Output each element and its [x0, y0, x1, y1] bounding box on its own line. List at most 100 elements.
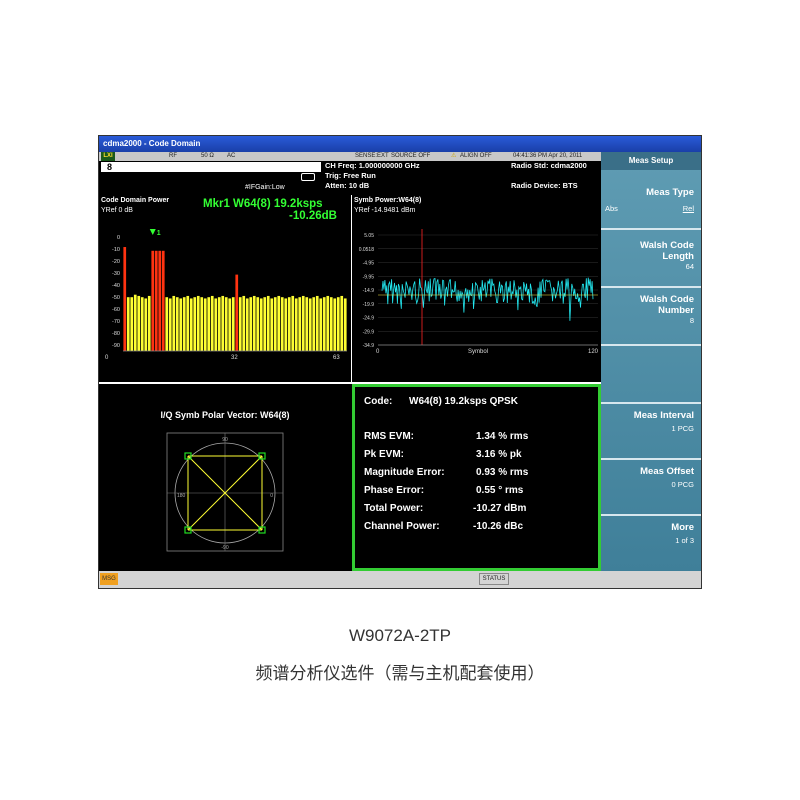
- bottom-status-bar: MSG STATUS: [99, 571, 701, 588]
- code-bar: [245, 298, 249, 351]
- code-bar: [193, 297, 197, 351]
- lxi-logo: LXI: [101, 152, 115, 161]
- marker-diamond: [149, 229, 156, 235]
- code-bar: [182, 297, 186, 351]
- code-bar: [137, 295, 141, 351]
- y-tick-label: -20: [112, 259, 120, 265]
- symbol-power-chart[interactable]: 5.05 0.0518 -4.95 -9.95 -14.9 -19.9 -24.9 -29.9…: [352, 195, 601, 382]
- meas-interval-button[interactable]: Meas Interval 1 PCG: [603, 404, 699, 458]
- walsh-length-value: 64: [685, 262, 694, 271]
- status-indicator[interactable]: STATUS: [479, 573, 509, 585]
- code-bar: [252, 295, 256, 351]
- code-bar: [168, 298, 172, 351]
- x-tick-label: 63: [333, 355, 340, 361]
- evm-row-label: Pk EVM:: [364, 449, 405, 460]
- evm-row-value: -10.27 dBm: [473, 503, 527, 514]
- code-bar: [210, 295, 214, 351]
- active-code-bar: [235, 274, 239, 351]
- y-tick-label: -60: [112, 307, 120, 313]
- trigger-mode: Trig: Free Run: [325, 171, 376, 180]
- code-label: Code:: [364, 396, 393, 407]
- status-row: LXI RF 50 Ω AC SENSE:EXT SOURCE OFF ⚠ AL…: [99, 152, 601, 161]
- evm-row-label: Total Power:: [364, 503, 424, 514]
- msg-indicator[interactable]: MSG: [100, 573, 118, 585]
- walsh-code-length-button[interactable]: Walsh Code Length 64: [603, 230, 699, 284]
- code-bar: [231, 297, 235, 351]
- code-bar: [263, 297, 267, 351]
- channel-box: [101, 162, 321, 172]
- meas-type-abs: Abs: [605, 204, 618, 213]
- caption-model: W9072A-2TP: [348, 626, 452, 645]
- walsh-code-number-button[interactable]: Walsh Code Number 8: [603, 288, 699, 342]
- code-bar: [326, 295, 330, 351]
- sense-indicator: SENSE:EXT: [355, 153, 389, 159]
- code-bar: [249, 297, 253, 351]
- code-bar: [228, 298, 232, 351]
- y-tick-label: -34.9: [363, 343, 375, 349]
- x-tick-label: 0: [105, 355, 109, 361]
- code-domain-panel: Code Domain Power YRef 0 dB Mkr1 W64(8) …: [99, 195, 351, 382]
- meas-type-label: Meas Type: [646, 187, 694, 198]
- code-bar: [270, 298, 274, 351]
- code-bar: [319, 298, 323, 351]
- angle-label: 0: [270, 493, 273, 499]
- info-row: 8 #IFGain:Low CH Freq: 1.000000000 GHz T…: [99, 161, 601, 195]
- code-bar: [305, 297, 309, 351]
- caption-description: 频谱分析仪选件（需与主机配套使用）: [255, 664, 545, 683]
- code-bar: [259, 298, 263, 351]
- meas-type-button[interactable]: Meas Type Abs Rel: [603, 172, 699, 226]
- more-button[interactable]: More 1 of 3: [603, 516, 699, 570]
- active-code-bar: [123, 247, 127, 351]
- y-tick-label: -50: [112, 295, 120, 301]
- code-bar: [133, 294, 137, 351]
- symbol-power-trace: [381, 277, 594, 321]
- channel-number: 8: [107, 162, 113, 172]
- active-code-bar: [158, 250, 162, 351]
- evm-row-label: Channel Power:: [364, 521, 440, 532]
- code-bar: [333, 298, 337, 351]
- code-bar: [322, 297, 326, 351]
- meas-offset-button[interactable]: Meas Offset 0 PCG: [603, 460, 699, 514]
- align-indicator: ALIGN OFF: [460, 153, 492, 159]
- code-domain-chart[interactable]: 0 -10 -20 -30 -40 -50 -60 -70 -80 -90 1 0 32 63: [99, 195, 351, 382]
- code-bar: [340, 295, 344, 351]
- code-bar: [280, 297, 284, 351]
- evm-row-value: -10.26 dBc: [473, 521, 524, 532]
- more-value: 1 of 3: [675, 536, 694, 545]
- meas-interval-label: Meas Interval: [633, 410, 694, 421]
- code-bar: [266, 295, 270, 351]
- symbol-power-panel: Symb Power:W64(8) YRef -14.9481 dBm 5.05…: [352, 195, 601, 382]
- y-tick-label: 0.0518: [359, 247, 375, 253]
- polar-panel: I/Q Symb Polar Vector: W64(8) 90 180 0 -90: [99, 384, 351, 571]
- more-label: More: [671, 522, 694, 533]
- meas-offset-value: 0 PCG: [671, 480, 694, 489]
- code-value: W64(8) 19.2ksps QPSK: [409, 396, 518, 407]
- softkey-empty[interactable]: [603, 346, 699, 400]
- walsh-length-label1: Walsh Code: [639, 240, 694, 251]
- code-bar: [147, 295, 151, 351]
- marker-label: 1: [157, 230, 161, 237]
- code-bar: [140, 297, 144, 351]
- evm-row-value: 3.16 % pk: [476, 449, 522, 460]
- code-bar: [179, 298, 183, 351]
- y-tick-label: -80: [112, 331, 120, 337]
- code-bar: [294, 298, 298, 351]
- code-bar: [291, 295, 295, 351]
- coupling-indicator: AC: [227, 153, 236, 159]
- evm-panel: Code: W64(8) 19.2ksps QPSK RMS EVM: 1.34 …: [352, 384, 601, 571]
- y-tick-label: -40: [112, 283, 120, 289]
- evm-row-label: Phase Error:: [364, 485, 425, 496]
- y-tick-label: -19.9: [363, 302, 375, 308]
- warning-icon: ⚠: [451, 153, 457, 159]
- meas-offset-label: Meas Offset: [640, 466, 694, 477]
- y-tick-label: -90: [112, 343, 120, 349]
- evm-row-label: RMS EVM:: [364, 431, 414, 442]
- radio-std: Radio Std: cdma2000: [511, 161, 587, 170]
- impedance-indicator: 50 Ω: [201, 153, 214, 159]
- code-bar: [315, 295, 319, 351]
- walsh-number-label1: Walsh Code: [639, 294, 694, 305]
- polar-chart[interactable]: 90 180 0 -90: [99, 384, 351, 571]
- y-tick-label: 5.05: [364, 233, 374, 239]
- code-bar: [277, 295, 281, 351]
- angle-label: 90: [222, 437, 228, 443]
